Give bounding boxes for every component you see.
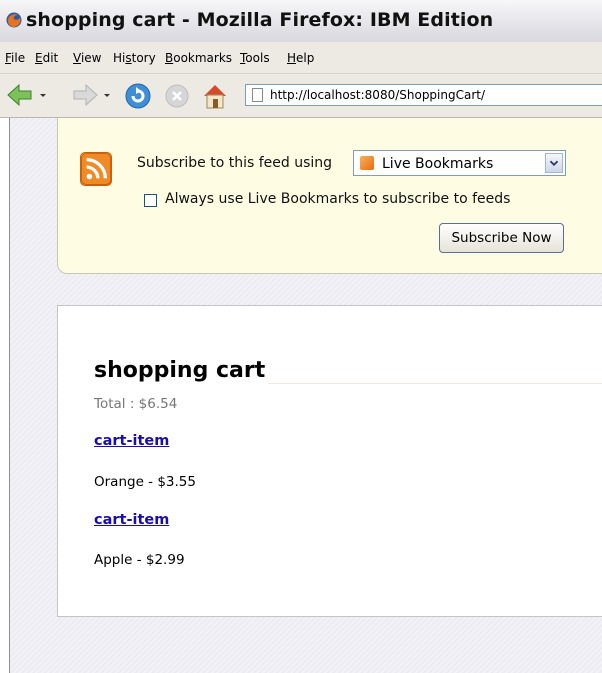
window-title: shopping cart - Mozilla Firefox: IBM Edi… (26, 9, 494, 31)
url-bar[interactable]: http://localhost:8080/ShoppingCart/ (245, 84, 602, 106)
cart-item-link[interactable]: cart-item (94, 433, 169, 449)
back-arrow-icon[interactable] (5, 82, 37, 108)
always-use-label: Always use Live Bookmarks to subscribe t… (165, 191, 511, 207)
firefox-icon (6, 12, 22, 28)
reload-icon[interactable] (124, 82, 152, 110)
cart-item-link[interactable]: cart-item (94, 512, 169, 528)
cart-total: Total : $6.54 (94, 396, 178, 412)
feed-reader-value: Live Bookmarks (382, 156, 494, 172)
always-use-checkbox[interactable] (144, 194, 157, 207)
subscribe-now-button[interactable]: Subscribe Now (439, 223, 564, 253)
subscribe-label: Subscribe to this feed using (137, 155, 333, 171)
forward-dropdown-icon[interactable] (102, 82, 112, 108)
menu-view[interactable]: View (73, 51, 101, 65)
page-icon (252, 88, 263, 102)
home-icon[interactable] (200, 82, 230, 110)
back-dropdown-icon[interactable] (38, 82, 48, 108)
url-text: http://localhost:8080/ShoppingCart/ (270, 88, 486, 102)
cart-item-description: Orange - $3.55 (94, 474, 196, 490)
cart-panel (57, 305, 602, 617)
forward-arrow-icon[interactable] (68, 82, 100, 108)
window-titlebar: shopping cart - Mozilla Firefox: IBM Edi… (0, 0, 602, 42)
menu-bookmarks[interactable]: Bookmarks (165, 51, 232, 65)
menu-help[interactable]: Help (287, 51, 314, 65)
stop-icon[interactable] (163, 82, 191, 110)
menu-history[interactable]: History (113, 51, 156, 65)
menu-edit[interactable]: Edit (35, 51, 58, 65)
chevron-down-icon[interactable] (545, 153, 563, 173)
page-title: shopping cart (94, 358, 266, 383)
feed-reader-select[interactable]: Live Bookmarks (353, 150, 566, 176)
menu-file[interactable]: File (5, 51, 25, 65)
cart-item-description: Apple - $2.99 (94, 552, 185, 568)
menu-tools[interactable]: Tools (240, 51, 270, 65)
rss-feed-icon (80, 152, 112, 186)
menu-bar: File Edit View History Bookmarks Tools H… (0, 42, 602, 74)
title-divider (268, 383, 602, 384)
content-left-border (0, 118, 10, 673)
live-bookmarks-icon (360, 156, 374, 170)
